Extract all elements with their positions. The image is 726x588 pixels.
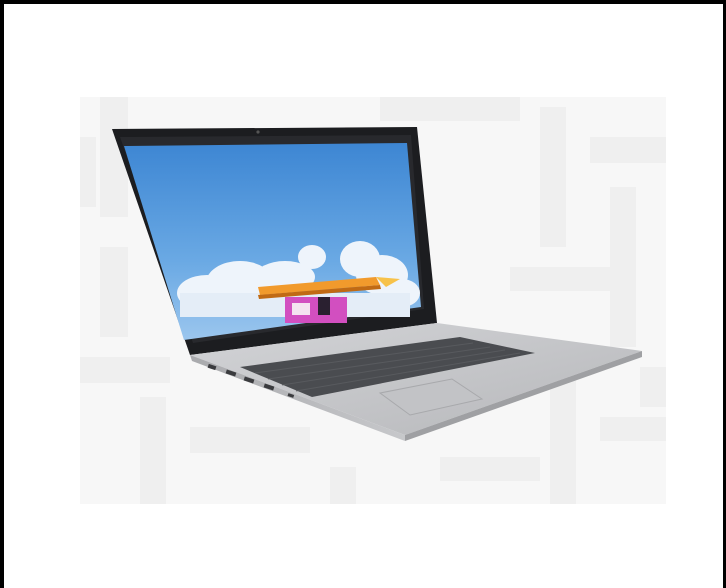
product-photo bbox=[80, 97, 666, 504]
image-frame bbox=[0, 0, 726, 588]
laptop-lid bbox=[112, 127, 437, 355]
webcam-icon bbox=[256, 130, 260, 134]
laptop-illustration bbox=[80, 97, 666, 504]
